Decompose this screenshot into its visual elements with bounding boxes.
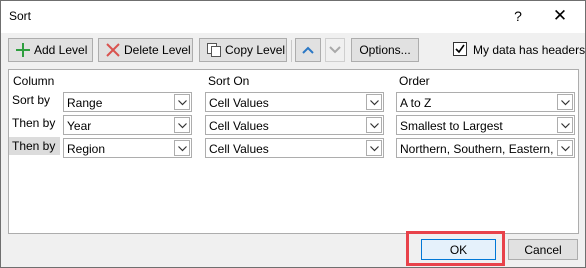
column-select-row-2[interactable]: Year	[63, 115, 192, 135]
chevron-down-icon	[329, 43, 341, 57]
toolbar-divider	[291, 40, 292, 62]
add-level-label: Add Level	[34, 43, 88, 57]
cancel-button[interactable]: Cancel	[508, 239, 578, 260]
plus-icon	[15, 42, 31, 58]
delete-level-label: Delete Level	[124, 43, 191, 57]
column-value: Range	[67, 96, 103, 110]
copy-level-label: Copy Level	[225, 43, 286, 57]
move-up-button[interactable]	[295, 38, 321, 62]
copy-level-button[interactable]: Copy Level	[199, 38, 287, 62]
order-value: Smallest to Largest	[400, 119, 503, 133]
my-data-has-headers-label[interactable]: My data has headers	[473, 43, 585, 57]
chevron-down-icon[interactable]	[174, 140, 190, 156]
column-select-row-1[interactable]: Range	[63, 92, 192, 112]
chevron-down-icon[interactable]	[557, 140, 573, 156]
row-label-then-by[interactable]: Then by	[12, 116, 55, 130]
options-button[interactable]: Options...	[351, 38, 419, 62]
order-header: Order	[399, 74, 430, 88]
chevron-up-icon	[302, 43, 314, 57]
column-header: Column	[13, 74, 55, 88]
close-button[interactable]: ✕	[547, 5, 573, 27]
add-level-button[interactable]: Add Level	[8, 38, 93, 62]
sort-on-select-row-1[interactable]: Cell Values	[205, 92, 384, 112]
my-data-has-headers-checkbox[interactable]	[453, 42, 467, 56]
chevron-down-icon[interactable]	[174, 117, 190, 133]
column-value: Region	[67, 142, 106, 156]
title-bar: Sort ? ✕	[1, 1, 585, 33]
dialog-title: Sort	[9, 9, 32, 23]
chevron-down-icon[interactable]	[366, 140, 382, 156]
order-select-row-1[interactable]: A to Z	[396, 92, 575, 112]
checkmark-icon	[455, 44, 465, 54]
sort-on-select-row-3[interactable]: Cell Values	[205, 138, 384, 158]
row-label-sort-by[interactable]: Sort by	[12, 93, 50, 107]
column-select-row-3[interactable]: Region	[63, 138, 192, 158]
sort-dialog: Sort ? ✕ Add Level Delete Level Copy Lev…	[0, 0, 586, 268]
sort-on-value: Cell Values	[209, 119, 269, 133]
delete-level-button[interactable]: Delete Level	[98, 38, 193, 62]
chevron-down-icon[interactable]	[174, 94, 190, 110]
delete-x-icon	[105, 42, 121, 58]
ok-button[interactable]: OK	[421, 239, 496, 260]
copy-icon	[206, 42, 222, 58]
sort-on-header: Sort On	[208, 74, 250, 88]
order-select-row-2[interactable]: Smallest to Largest	[396, 115, 575, 135]
sort-on-value: Cell Values	[209, 142, 269, 156]
move-down-button[interactable]	[325, 38, 345, 62]
toolbar: Add Level Delete Level Copy Level Option…	[1, 38, 585, 66]
order-value: Northern, Southern, Eastern, W	[400, 142, 556, 156]
column-value: Year	[67, 119, 92, 133]
sort-levels-grid: Column Sort On Order Sort by Range Cell …	[8, 69, 579, 234]
chevron-down-icon[interactable]	[557, 117, 573, 133]
order-value: A to Z	[400, 96, 432, 110]
chevron-down-icon[interactable]	[557, 94, 573, 110]
help-button[interactable]: ?	[505, 5, 531, 27]
row-label-then-by-selected[interactable]: Then by	[9, 137, 60, 155]
sort-on-select-row-2[interactable]: Cell Values	[205, 115, 384, 135]
sort-on-value: Cell Values	[209, 96, 269, 110]
order-select-row-3[interactable]: Northern, Southern, Eastern, W	[396, 138, 575, 158]
chevron-down-icon[interactable]	[366, 94, 382, 110]
chevron-down-icon[interactable]	[366, 117, 382, 133]
